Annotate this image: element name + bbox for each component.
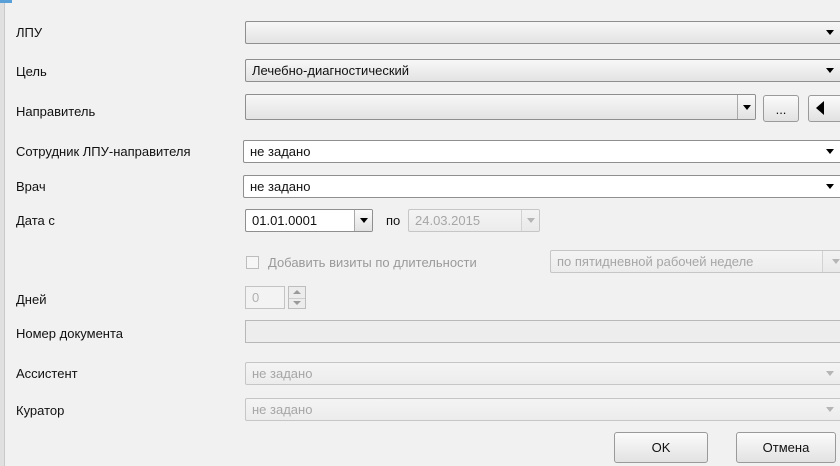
label-assistant: Ассистент (16, 366, 78, 381)
label-date-from: Дата с (16, 213, 55, 228)
label-date-to: по (386, 213, 401, 228)
date-from-dropdown-button[interactable] (354, 210, 372, 231)
duration-mode-combo[interactable]: по пятидневной рабочей неделе (550, 250, 840, 273)
label-days: Дней (16, 292, 47, 307)
goal-combo[interactable]: Лечебно-диагностический (245, 59, 840, 82)
browse-label: ... (775, 102, 787, 117)
referrer-clear-button[interactable] (808, 95, 840, 122)
label-lpu: ЛПУ (16, 25, 43, 40)
date-to-dropdown-button[interactable] (521, 210, 539, 231)
chevron-down-icon (743, 105, 751, 110)
cancel-label: Отмена (762, 440, 810, 455)
ok-button[interactable]: OK (614, 432, 708, 463)
label-referrer: Направитель (16, 104, 96, 119)
duration-mode-dropdown-button[interactable] (822, 251, 840, 272)
chevron-down-icon (360, 218, 368, 223)
label-referrer-staff: Сотрудник ЛПУ-направителя (16, 144, 191, 159)
add-visits-label: Добавить визиты по длительности (268, 255, 477, 270)
arrow-left-icon (816, 101, 824, 115)
date-to-value: 24.03.2015 (415, 213, 481, 228)
label-doc-number: Номер документа (16, 326, 124, 341)
duration-mode-value: по пятидневной рабочей неделе (557, 254, 754, 269)
doctor-value: не задано (250, 179, 311, 194)
date-from-picker[interactable]: 01.01.0001 (245, 209, 373, 232)
chevron-down-icon (826, 149, 834, 154)
cancel-button[interactable]: Отмена (736, 432, 836, 463)
date-from-value: 01.01.0001 (252, 213, 318, 228)
window-left-edge (0, 0, 5, 466)
days-value: 0 (252, 290, 260, 305)
chevron-up-icon (293, 290, 301, 294)
days-spin-buttons[interactable] (288, 286, 306, 309)
spin-down-button[interactable] (289, 298, 305, 309)
doc-number-input[interactable] (245, 320, 840, 343)
label-doctor: Врач (16, 179, 46, 194)
chevron-down-icon (527, 218, 535, 223)
chevron-down-icon (293, 300, 301, 305)
chevron-down-icon (826, 184, 834, 189)
assistant-combo[interactable]: не задано (245, 362, 840, 385)
label-goal: Цель (16, 64, 47, 79)
chevron-down-icon (826, 30, 834, 35)
curator-combo[interactable]: не задано (245, 398, 840, 421)
ok-label: OK (651, 440, 671, 455)
add-visits-checkbox[interactable] (246, 256, 259, 269)
lpu-combo[interactable] (245, 21, 840, 44)
chevron-down-icon (826, 68, 834, 73)
referrer-combo[interactable] (245, 94, 756, 120)
goal-value: Лечебно-диагностический (252, 63, 410, 78)
referrer-staff-value: не задано (250, 144, 311, 159)
assistant-value: не задано (252, 366, 313, 381)
chevron-down-icon (832, 259, 840, 264)
referrer-browse-button[interactable]: ... (763, 95, 799, 122)
chevron-down-icon (826, 371, 834, 376)
doctor-combo[interactable]: не задано (243, 175, 840, 198)
referrer-staff-combo[interactable]: не задано (243, 140, 840, 163)
curator-value: не задано (252, 402, 313, 417)
chevron-down-icon (826, 407, 834, 412)
date-to-picker[interactable]: 24.03.2015 (408, 209, 540, 232)
referrer-dropdown-button[interactable] (737, 95, 755, 119)
days-spinbox[interactable]: 0 (245, 286, 285, 309)
label-curator: Куратор (16, 403, 65, 418)
window-corner-accent (0, 0, 12, 3)
